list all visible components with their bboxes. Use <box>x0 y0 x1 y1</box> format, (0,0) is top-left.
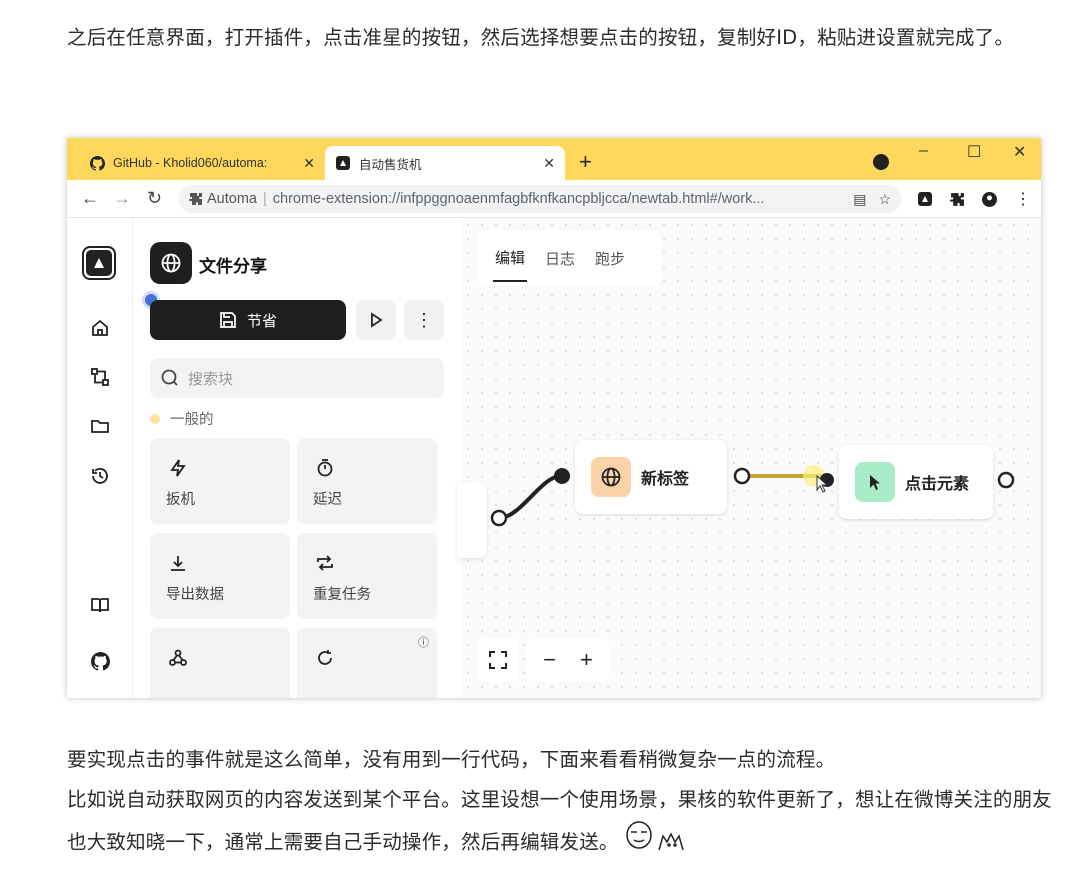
block-webhook[interactable] <box>150 628 290 698</box>
editor-canvas[interactable]: 编辑 日志 跑步 新标签 点击元素 − + <box>457 218 1041 698</box>
profile-avatar-icon[interactable] <box>981 191 997 207</box>
nav-rail <box>67 218 133 698</box>
lightning-icon <box>170 459 186 477</box>
globe-icon <box>591 457 631 497</box>
fullscreen-button[interactable] <box>477 638 519 682</box>
zoom-in-button[interactable]: + <box>580 647 593 673</box>
info-icon[interactable]: ⓘ <box>418 634 429 650</box>
automa-app: 文件分享 节省 ⋮ 搜索块 一般的 扳机 延迟 导出数据 重复任务 ⓘ 编辑 日… <box>67 218 1041 698</box>
search-icon <box>161 369 178 386</box>
translate-icon[interactable]: ▤ <box>853 191 866 208</box>
download-icon <box>171 556 185 571</box>
block-panel: 文件分享 节省 ⋮ 搜索块 一般的 扳机 延迟 导出数据 重复任务 ⓘ <box>133 218 526 698</box>
category-dot <box>150 413 160 424</box>
divider: | <box>262 191 267 207</box>
play-icon <box>371 312 383 328</box>
extensions-icon[interactable] <box>949 191 965 207</box>
edge-1 <box>498 474 562 520</box>
folder-icon[interactable] <box>88 414 112 438</box>
save-icon <box>220 312 236 328</box>
bookmark-star-icon[interactable]: ☆ <box>878 191 891 208</box>
node-new-tab[interactable]: 新标签 <box>575 440 727 514</box>
home-icon[interactable] <box>88 316 112 340</box>
cursor-icon <box>855 462 895 502</box>
new-tab-button[interactable]: + <box>579 150 592 174</box>
block-label: 延迟 <box>313 492 342 508</box>
block-label: 重复任务 <box>313 587 371 603</box>
automa-logo[interactable] <box>82 246 116 280</box>
github-icon <box>89 155 105 171</box>
menu-kebab-icon[interactable]: ⋮ <box>1015 191 1031 208</box>
tab-bar: GitHub - Kholid060/automa: ✕ 自动售货机 ✕ + –… <box>67 138 1041 180</box>
article-line: 要实现点击的事件就是这么简单，没有用到一行代码，下面来看看稍微复杂一点的流程。 <box>67 748 836 771</box>
docs-book-icon[interactable] <box>88 593 112 617</box>
menu-kebab-icon: ⋮ <box>415 309 433 330</box>
close-icon[interactable]: ✕ <box>303 155 315 172</box>
url-text: chrome-extension://infppggnoaenmfagbfknf… <box>272 191 765 207</box>
back-icon[interactable]: ← <box>81 188 99 209</box>
tab-automa[interactable]: 自动售货机 ✕ <box>325 146 565 180</box>
github-icon[interactable] <box>88 649 112 673</box>
minimize-button[interactable]: – <box>919 142 928 160</box>
edge-1-end-handle <box>554 468 570 484</box>
tab-title: GitHub - Kholid060/automa: <box>113 156 268 170</box>
node-label: 新标签 <box>641 471 690 488</box>
block-repeat-task[interactable]: 重复任务 <box>297 533 437 619</box>
automa-icon <box>335 155 351 171</box>
repeat-icon <box>317 555 333 571</box>
profile-icon[interactable] <box>873 154 889 170</box>
extension-icon <box>189 192 203 206</box>
close-icon[interactable]: ✕ <box>543 155 555 172</box>
block-trigger[interactable]: 扳机 <box>150 438 290 524</box>
close-window-button[interactable]: ✕ <box>1013 142 1026 162</box>
globe-icon[interactable] <box>150 242 192 284</box>
block-loop[interactable]: ⓘ <box>297 628 437 698</box>
node-label: 点击元素 <box>905 476 970 493</box>
workflow-title[interactable]: 文件分享 <box>199 252 267 277</box>
article-paragraph-2: 要实现点击的事件就是这么简单，没有用到一行代码，下面来看看稍微复杂一点的流程。 … <box>67 740 1057 866</box>
article-line: 比如说自动获取网页的内容发送到某个平台。这里设想一个使用场景，果核的软件更新了，… <box>67 788 1053 854</box>
tab-github[interactable]: GitHub - Kholid060/automa: ✕ <box>79 146 325 180</box>
webhook-icon <box>169 649 187 666</box>
timer-icon <box>317 459 333 477</box>
block-export-data[interactable]: 导出数据 <box>150 533 290 619</box>
block-label: 扳机 <box>166 492 195 508</box>
save-label: 节省 <box>246 312 277 330</box>
tab-title: 自动售货机 <box>359 157 422 172</box>
zoom-out-button[interactable]: − <box>543 647 556 673</box>
article-paragraph-1: 之后在任意界面，打开插件，点击准星的按钮，然后选择想要点击的按钮，复制好ID，粘… <box>67 26 1015 49</box>
save-button[interactable]: 节省 <box>150 300 346 340</box>
edge-1-start-handle <box>490 509 508 527</box>
block-label: 导出数据 <box>166 587 224 603</box>
doodle-sticker-icon <box>625 820 689 866</box>
more-options-button[interactable]: ⋮ <box>404 300 444 340</box>
address-bar: ← → ↻ Automa | chrome-extension://infppg… <box>67 180 1041 218</box>
automa-icon[interactable] <box>917 191 933 207</box>
category-header: 一般的 <box>150 408 214 429</box>
search-input[interactable]: 搜索块 <box>150 358 444 398</box>
edge-2-start-handle <box>733 467 751 485</box>
node-click-element[interactable]: 点击元素 <box>839 445 993 519</box>
maximize-button[interactable]: ☐ <box>967 142 981 162</box>
run-button[interactable] <box>356 300 396 340</box>
loop-icon <box>318 650 332 665</box>
extension-name: Automa <box>207 191 257 207</box>
zoom-controls: − + <box>527 638 609 682</box>
node-2-output-handle <box>997 471 1015 489</box>
omnibox[interactable]: Automa | chrome-extension://infppggnoaen… <box>179 185 901 213</box>
block-delay[interactable]: 延迟 <box>297 438 437 524</box>
browser-screenshot: GitHub - Kholid060/automa: ✕ 自动售货机 ✕ + –… <box>67 138 1041 698</box>
forward-icon[interactable]: → <box>113 188 131 209</box>
history-icon[interactable] <box>88 464 112 488</box>
fullscreen-icon <box>489 651 507 669</box>
category-label: 一般的 <box>170 412 214 428</box>
reload-icon[interactable]: ↻ <box>147 188 162 209</box>
search-placeholder: 搜索块 <box>188 370 234 388</box>
workflow-icon[interactable] <box>88 365 112 389</box>
